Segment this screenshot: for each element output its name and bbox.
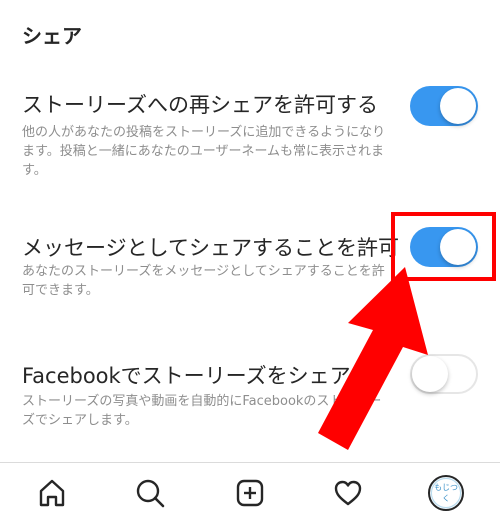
section-title: シェア — [22, 24, 82, 48]
setting-title: ストーリーズへの再シェアを許可する — [22, 93, 378, 117]
setting-reshare-to-stories: ストーリーズへの再シェアを許可する 他の人があなたの投稿をストーリーズに追加でき… — [22, 91, 392, 180]
bottom-navigation: もじつく — [0, 462, 500, 523]
profile-avatar[interactable]: もじつく — [424, 471, 468, 515]
pointer-arrow-icon — [318, 267, 428, 450]
add-post-icon[interactable] — [228, 471, 272, 515]
avatar: もじつく — [428, 475, 464, 511]
search-icon[interactable] — [128, 471, 172, 515]
home-icon[interactable] — [30, 471, 74, 515]
toggle-knob — [440, 88, 476, 124]
avatar-text: もじつく — [431, 478, 461, 508]
reshare-to-stories-toggle[interactable] — [410, 86, 478, 126]
heart-icon[interactable] — [326, 471, 370, 515]
setting-description: 他の人があなたの投稿をストーリーズに追加できるようになります。投稿と一緒にあなた… — [22, 125, 386, 178]
